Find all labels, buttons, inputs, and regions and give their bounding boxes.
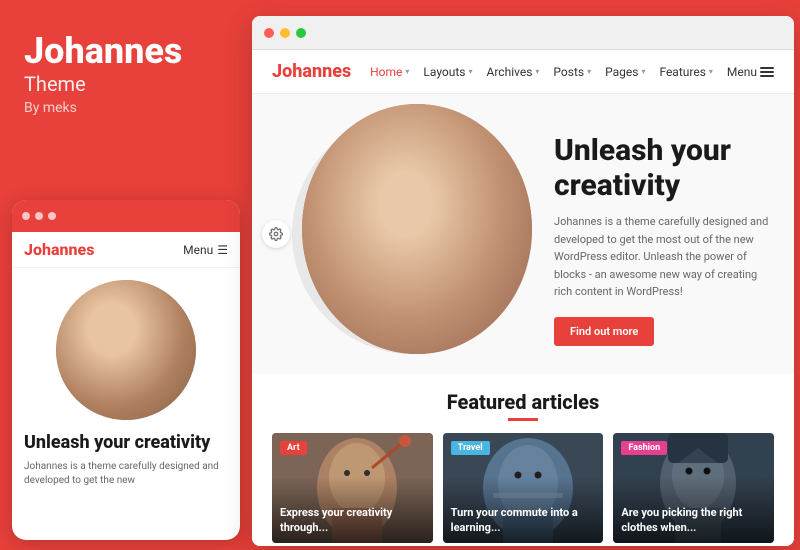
nav-item-pages[interactable]: Pages ▾ xyxy=(605,65,645,79)
hero-text-block: Unleash your creativity Johannes is a th… xyxy=(554,134,774,346)
gear-icon xyxy=(269,227,283,241)
travel-badge: Travel xyxy=(451,441,490,455)
hero-heading: Unleash your creativity xyxy=(554,134,774,203)
hamburger-icon xyxy=(760,67,774,77)
mobile-menu-label: Menu ☰ xyxy=(183,243,228,257)
mobile-logo: Johannes xyxy=(24,240,94,259)
nav-item-menu[interactable]: Menu xyxy=(727,65,774,79)
left-panel: Johannes Theme By meks Johannes Menu ☰ xyxy=(0,0,248,550)
article-card-travel[interactable]: Travel Turn your commute into a learning… xyxy=(443,433,604,543)
mobile-hero-image xyxy=(56,280,196,420)
hero-description: Johannes is a theme carefully designed a… xyxy=(554,213,774,301)
mobile-nav: Johannes Menu ☰ xyxy=(12,232,240,268)
site-navigation: Johannes Home ▾ Layouts ▾ Archives ▾ Pos… xyxy=(252,50,794,94)
hamburger-lines xyxy=(760,67,774,77)
fashion-badge: Fashion xyxy=(621,441,667,455)
mobile-content: Unleash your creativity Johannes is a th… xyxy=(12,420,240,488)
browser-dot-green xyxy=(296,28,306,38)
gear-button[interactable] xyxy=(262,220,290,248)
browser-dot-yellow xyxy=(280,28,290,38)
mobile-artist-illustration xyxy=(56,280,196,420)
brand-name: Johannes Theme By meks xyxy=(24,32,224,116)
art-badge: Art xyxy=(280,441,307,455)
mobile-mockup: Johannes Menu ☰ Unleash your cr xyxy=(12,200,240,540)
mobile-dot-1 xyxy=(22,212,30,220)
mobile-dot-2 xyxy=(35,212,43,220)
featured-divider xyxy=(508,418,538,421)
site-logo: Johannes xyxy=(272,61,351,82)
browser-top-bar xyxy=(252,16,794,50)
article-card-fashion[interactable]: Fashion Are you picking the right clothe… xyxy=(613,433,774,543)
mobile-description: Johannes is a theme carefully designed a… xyxy=(24,460,228,488)
chevron-down-icon: ▾ xyxy=(405,67,409,76)
article-fashion-text: Are you picking the right clothes when..… xyxy=(621,506,766,535)
nav-item-layouts[interactable]: Layouts ▾ xyxy=(423,65,472,79)
mobile-heading: Unleash your creativity xyxy=(24,432,228,454)
article-art-text: Express your creativity through... xyxy=(280,506,425,535)
chevron-down-icon: ▾ xyxy=(535,67,539,76)
nav-item-features[interactable]: Features ▾ xyxy=(659,65,712,79)
browser-dot-red xyxy=(264,28,274,38)
chevron-down-icon: ▾ xyxy=(709,67,713,76)
hero-image xyxy=(302,104,532,354)
browser-window: Johannes Home ▾ Layouts ▾ Archives ▾ Pos… xyxy=(252,16,794,546)
article-travel-text: Turn your commute into a learning... xyxy=(451,506,596,535)
nav-item-home[interactable]: Home ▾ xyxy=(370,65,409,79)
find-out-more-button[interactable]: Find out more xyxy=(554,317,654,346)
artist-illustration xyxy=(302,104,532,354)
mobile-dot-3 xyxy=(48,212,56,220)
featured-articles-section: Featured articles xyxy=(252,374,794,546)
nav-item-posts[interactable]: Posts ▾ xyxy=(553,65,591,79)
mobile-hamburger-icon: ☰ xyxy=(217,243,228,257)
nav-item-archives[interactable]: Archives ▾ xyxy=(487,65,540,79)
hero-section: Unleash your creativity Johannes is a th… xyxy=(252,94,794,374)
chevron-down-icon: ▾ xyxy=(587,67,591,76)
featured-title: Featured articles xyxy=(272,390,774,414)
mobile-top-bar xyxy=(12,200,240,232)
article-card-art[interactable]: Art Express your creativity through... xyxy=(272,433,433,543)
chevron-down-icon: ▾ xyxy=(641,67,645,76)
articles-grid: Art Express your creativity through... xyxy=(272,433,774,543)
chevron-down-icon: ▾ xyxy=(469,67,473,76)
nav-items: Home ▾ Layouts ▾ Archives ▾ Posts ▾ Page… xyxy=(370,65,774,79)
